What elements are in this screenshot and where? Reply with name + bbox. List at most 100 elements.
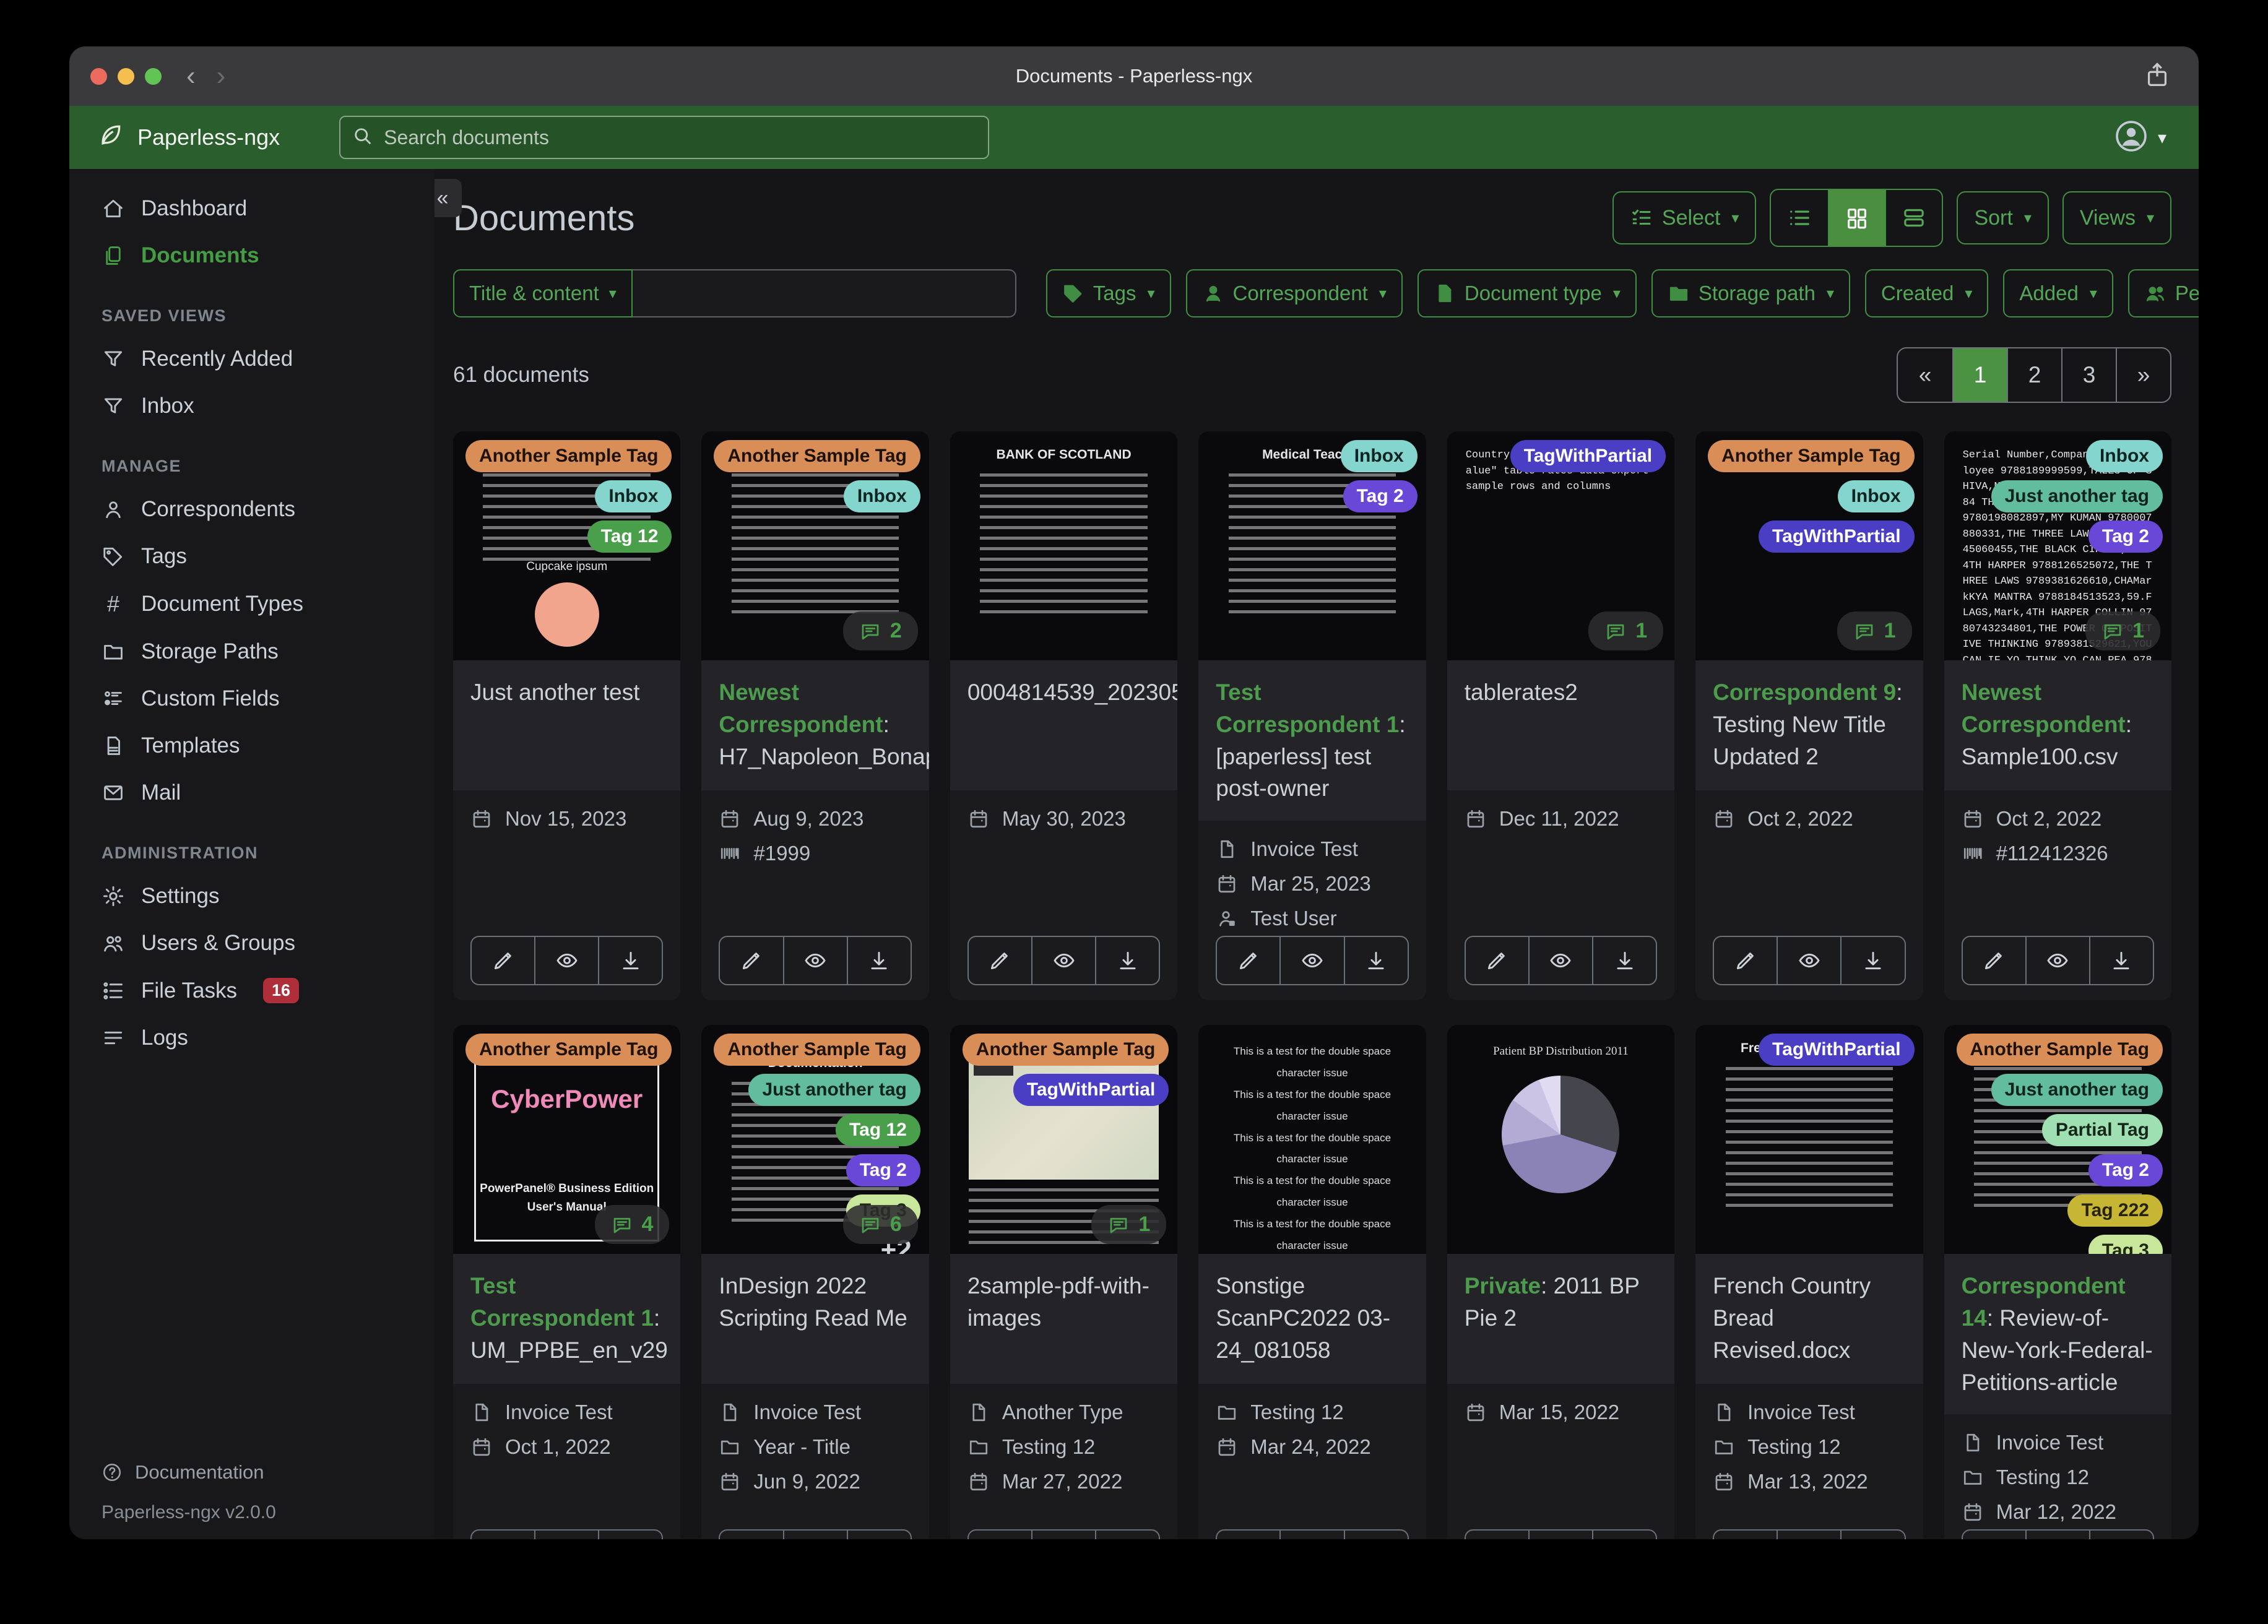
edit-document-button[interactable] — [969, 937, 1031, 984]
edit-document-button[interactable] — [1217, 1531, 1279, 1539]
document-title[interactable]: Test Correspondent 1: [paperless] test p… — [1198, 660, 1426, 821]
document-card[interactable]: Serial Number,Company Name,Employee 9788… — [1944, 431, 2171, 1001]
pagination-page-1[interactable]: 1 — [1952, 348, 2007, 402]
sidebar-item-document-types[interactable]: # Document Types — [69, 580, 435, 628]
preview-document-button[interactable] — [534, 937, 598, 985]
tag-pill[interactable]: Tag 2 — [2088, 1154, 2163, 1187]
document-title[interactable]: Correspondent 9: Testing New Title Updat… — [1695, 660, 1923, 790]
filter-added-button[interactable]: Added ▾ — [2003, 269, 2113, 317]
download-document-button[interactable] — [846, 1531, 911, 1539]
preview-document-button[interactable] — [1279, 937, 1343, 985]
tag-pill[interactable]: Inbox — [595, 480, 672, 512]
share-icon[interactable] — [2143, 61, 2171, 93]
preview-document-button[interactable] — [2025, 937, 2089, 985]
sidebar-item-recently-added[interactable]: Recently Added — [69, 335, 435, 382]
document-card[interactable]: This is a test for the double space char… — [1198, 1025, 1426, 1539]
tag-pill[interactable]: TagWithPartial — [1510, 440, 1666, 472]
edit-document-button[interactable] — [1217, 937, 1279, 984]
tag-pill[interactable]: Inbox — [1340, 440, 1418, 472]
tag-pill[interactable]: Tag 12 — [836, 1114, 920, 1147]
tag-pill[interactable]: Tag 222 — [2067, 1194, 2163, 1227]
download-document-button[interactable] — [1343, 1531, 1408, 1539]
tag-pill[interactable]: Another Sample Tag — [962, 1034, 1169, 1066]
document-card[interactable]: NAPOLEON BONAPARTEAnother Sample TagInbo… — [701, 431, 929, 1001]
comment-count-badge[interactable]: 1 — [1091, 1205, 1167, 1245]
pagination-prev-button[interactable]: « — [1898, 348, 1952, 402]
tag-pill[interactable]: Inbox — [1837, 480, 1915, 512]
filter-correspondent-button[interactable]: Correspondent ▾ — [1185, 269, 1403, 317]
edit-document-button[interactable] — [1714, 1531, 1777, 1539]
browser-forward-icon[interactable]: › — [217, 61, 226, 92]
sidebar-item-file-tasks[interactable]: File Tasks 16 — [69, 967, 435, 1014]
global-search[interactable] — [339, 116, 990, 159]
edit-document-button[interactable] — [472, 1531, 534, 1539]
filter-field-dropdown[interactable]: Title & content ▾ — [453, 269, 633, 317]
sidebar-item-users-groups[interactable]: Users & Groups — [69, 920, 435, 967]
download-document-button[interactable] — [598, 1531, 662, 1539]
edit-document-button[interactable] — [720, 1531, 782, 1539]
document-title[interactable]: InDesign 2022 Scripting Read Me — [701, 1254, 929, 1384]
sidebar-item-settings[interactable]: Settings — [69, 873, 435, 920]
tag-pill[interactable]: Inbox — [2085, 440, 2163, 472]
close-window-button[interactable] — [90, 67, 107, 85]
preview-document-button[interactable] — [2025, 1531, 2089, 1539]
sidebar-item-logs[interactable]: Logs — [69, 1014, 435, 1061]
tag-pill[interactable]: Another Sample Tag — [714, 440, 920, 472]
download-document-button[interactable] — [1343, 937, 1408, 985]
document-thumbnail[interactable]: Serial Number,Company Name,Employee 9788… — [1944, 431, 2171, 660]
filter-storage-path-button[interactable]: Storage path ▾ — [1651, 269, 1850, 317]
sidebar-item-documentation[interactable]: Documentation — [102, 1451, 435, 1493]
document-thumbnail[interactable]: NAPOLEON BONAPARTEAnother Sample TagInbo… — [701, 431, 929, 660]
download-document-button[interactable] — [2088, 937, 2153, 985]
tag-pill[interactable]: Inbox — [843, 480, 920, 512]
tag-pill[interactable]: TagWithPartial — [1759, 1034, 1915, 1066]
edit-document-button[interactable] — [1466, 937, 1528, 984]
download-document-button[interactable] — [2088, 1531, 2153, 1539]
tag-pill[interactable]: Just another tag — [1991, 480, 2163, 512]
sidebar-collapse-button[interactable]: « — [435, 179, 462, 217]
tag-pill[interactable]: Tag 2 — [846, 1154, 920, 1187]
document-title[interactable]: 2sample-pdf-with-images — [950, 1254, 1178, 1384]
download-document-button[interactable] — [1095, 937, 1159, 985]
document-title[interactable]: 0004814539_20230531 — [950, 660, 1178, 790]
tag-pill[interactable]: Tag 2 — [1343, 480, 1418, 512]
document-thumbnail[interactable]: Country,Region/State,"City","Value" tabl… — [1447, 431, 1675, 660]
sidebar-item-documents[interactable]: Documents — [69, 232, 435, 279]
comment-count-badge[interactable]: 1 — [1837, 611, 1912, 650]
document-thumbnail[interactable]: Patient BP Distribution 2011 — [1447, 1025, 1675, 1255]
sidebar-item-mail[interactable]: Mail — [69, 769, 435, 816]
sidebar-item-custom-fields[interactable]: Custom Fields — [69, 675, 435, 722]
filter-permissions-button[interactable]: Permissions▾ — [2127, 269, 2199, 317]
document-card[interactable]: Another Sample Tag TagWithPartial 1 2sample… — [950, 1025, 1178, 1539]
edit-document-button[interactable] — [1714, 937, 1777, 984]
tag-pill[interactable]: Just another tag — [1991, 1074, 2163, 1107]
tag-pill[interactable]: Another Sample Tag — [1956, 1034, 2163, 1066]
tag-pill[interactable]: Tag 12 — [587, 520, 672, 553]
document-card[interactable]: Patient BP Distribution 2011 Private: 201… — [1447, 1025, 1675, 1539]
comment-count-badge[interactable]: 6 — [842, 1205, 918, 1245]
document-title[interactable]: Correspondent 14: Review-of-New-York-Fed… — [1944, 1254, 2171, 1415]
sidebar-item-storage-paths[interactable]: Storage Paths — [69, 628, 435, 675]
document-card[interactable]: CyberPower PowerPanel® Business Edition Us… — [453, 1025, 681, 1539]
document-thumbnail[interactable]: one,1.0 five,5.0Another Sample TagInboxT… — [1695, 431, 1923, 660]
document-card[interactable]: Review of Arbitral AwardsAnother Sample … — [1944, 1025, 2171, 1539]
tag-pill[interactable]: Tag 2 — [2088, 520, 2163, 553]
download-document-button[interactable] — [598, 937, 662, 985]
sidebar-item-tags[interactable]: Tags — [69, 533, 435, 580]
preview-document-button[interactable] — [1031, 1531, 1095, 1539]
download-document-button[interactable] — [1840, 937, 1904, 985]
document-thumbnail[interactable]: French Country BreadTagWithPartial — [1695, 1025, 1923, 1255]
document-thumbnail[interactable]: CyberPower PowerPanel® Business Edition Us… — [453, 1025, 681, 1255]
zoom-window-button[interactable] — [145, 67, 162, 85]
view-grid-button[interactable] — [1828, 190, 1885, 246]
pagination-page-3[interactable]: 3 — [2061, 348, 2116, 402]
pagination-next-button[interactable]: » — [2116, 348, 2170, 402]
preview-document-button[interactable] — [1528, 1531, 1592, 1539]
tag-pill[interactable]: Another Sample Tag — [1708, 440, 1915, 472]
document-card[interactable]: Adobe Acrobat PDF FilesCupcake ipsumAnot… — [453, 431, 681, 1001]
document-thumbnail[interactable]: Another Sample Tag TagWithPartial 1 — [950, 1025, 1178, 1255]
view-details-button[interactable] — [1885, 190, 1942, 246]
tag-pill[interactable]: TagWithPartial — [1759, 520, 1915, 553]
document-title[interactable]: Newest Correspondent: H7_Napoleon_Bonapa… — [701, 660, 929, 790]
edit-document-button[interactable] — [472, 937, 534, 984]
